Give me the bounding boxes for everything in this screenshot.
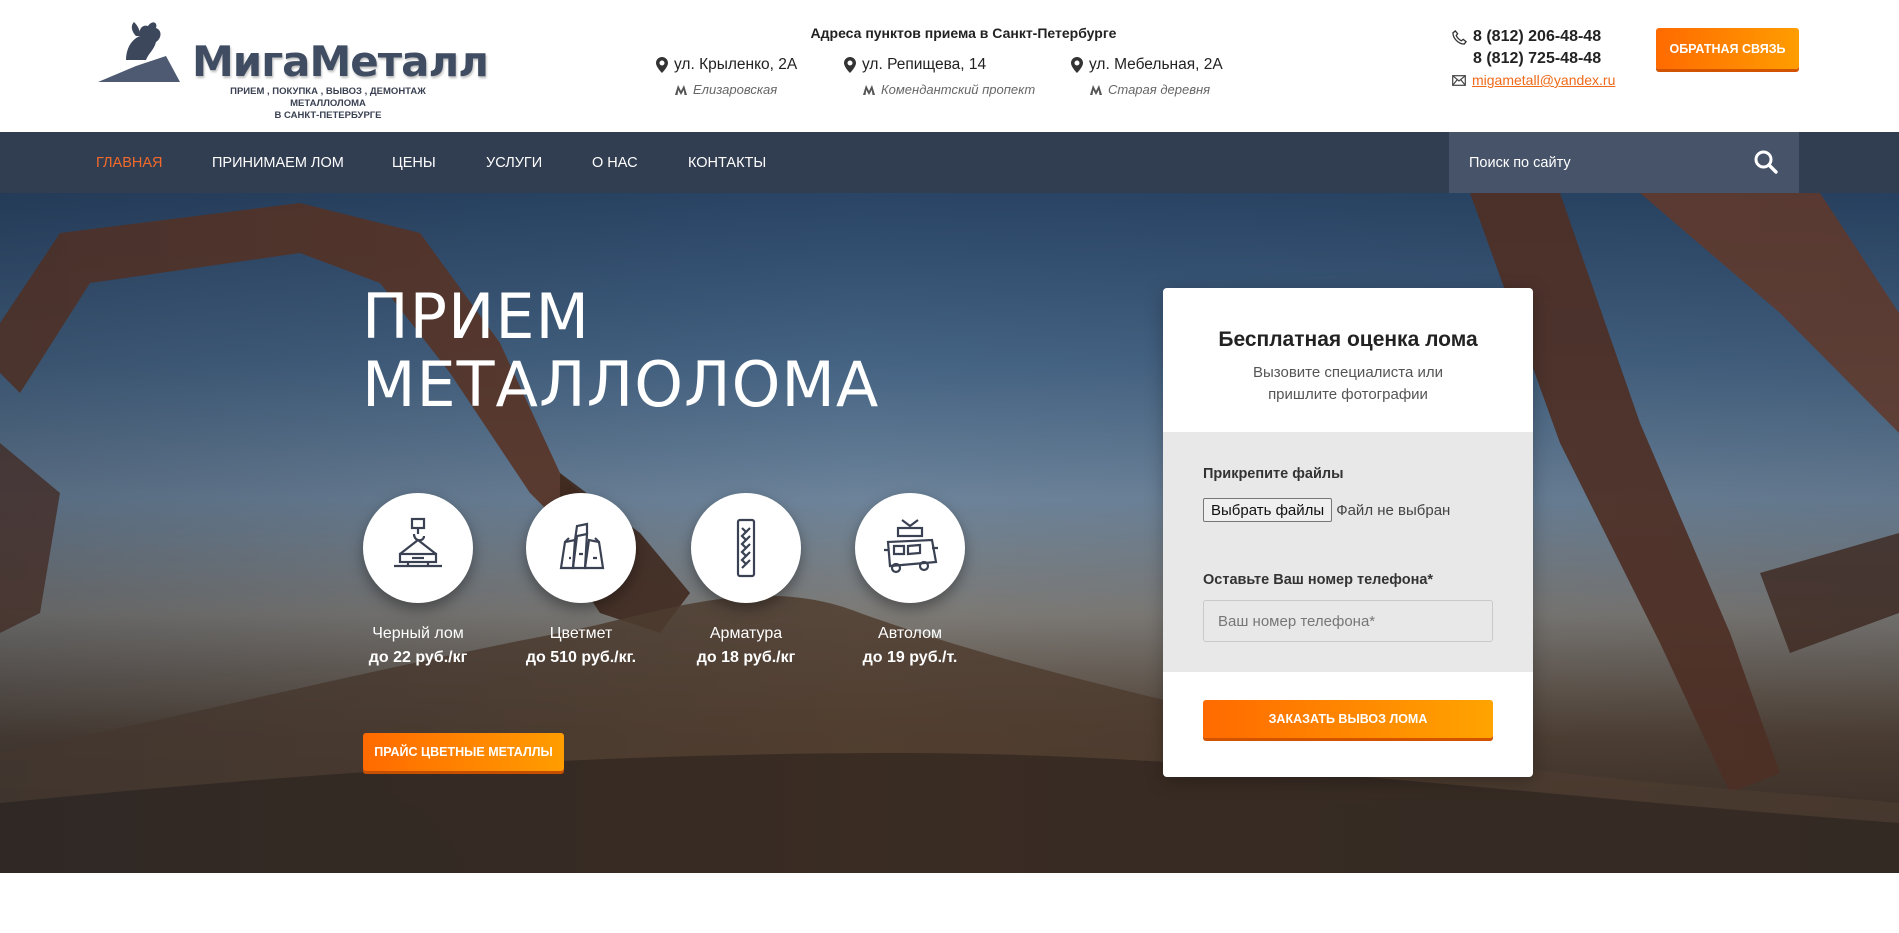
category-black-scrap[interactable]: Черный лом до 22 руб./кг: [348, 493, 488, 667]
category-name: Черный лом: [372, 625, 464, 642]
search-placeholder: Поиск по сайту: [1469, 154, 1571, 171]
category-price: до 510 руб./кг.: [525, 649, 637, 666]
nav-item-contacts[interactable]: КОНТАКТЫ: [688, 132, 766, 193]
choose-files-button[interactable]: Выбрать файлы: [1203, 498, 1333, 522]
metro-icon: [1090, 84, 1102, 95]
email-link[interactable]: migametall@yandex.ru: [1472, 72, 1615, 88]
hero-title: ПРИЕМ МЕТАЛЛОЛОМА: [362, 283, 879, 419]
category-name: Автолом: [878, 625, 942, 642]
category-icon-circle: [855, 493, 965, 603]
feedback-button[interactable]: ОБРАТНАЯ СВЯЗЬ: [1656, 28, 1799, 69]
address-street: ул. Мебельная, 2А: [1089, 56, 1223, 73]
order-pickup-button[interactable]: ЗАКАЗАТЬ ВЫВОЗ ЛОМА: [1203, 700, 1493, 738]
logo-text: МигаМеталл: [192, 37, 489, 86]
logo-tagline: ПРИЕМ , ПОКУПКА , ВЫВОЗ , ДЕМОНТАЖ МЕТАЛ…: [192, 86, 464, 122]
hero-title-line-1: ПРИЕМ: [362, 280, 591, 353]
tagline-line-1: ПРИЕМ , ПОКУПКА , ВЫВОЗ , ДЕМОНТАЖ МЕТАЛ…: [230, 86, 426, 109]
phone-placeholder: Ваш номер телефона*: [1218, 612, 1376, 630]
search-icon[interactable]: [1753, 149, 1779, 175]
file-input[interactable]: Выбрать файлы Файл не выбран: [1203, 498, 1493, 522]
nonferrous-price-button[interactable]: ПРАЙС ЦВЕТНЫЕ МЕТАЛЛЫ: [363, 733, 564, 771]
attach-files-label: Прикрепите файлы: [1203, 466, 1344, 482]
nav-item-prices[interactable]: ЦЕНЫ: [392, 132, 436, 193]
category-nonferrous[interactable]: Цветмет до 510 руб./кг.: [511, 493, 651, 667]
tagline-line-2: В САНКТ-ПЕТЕРБУРГЕ: [274, 110, 382, 121]
category-icon-circle: [526, 493, 636, 603]
site-header: МигаМеталл ПРИЕМ , ПОКУПКА , ВЫВОЗ , ДЕМ…: [0, 0, 1899, 132]
phone-number[interactable]: 8 (812) 206-48-48: [1473, 28, 1601, 46]
address-metro: Старая деревня: [1108, 82, 1211, 97]
category-rebar[interactable]: Арматура до 18 руб./кг: [676, 493, 816, 667]
bronze-horseman-icon: [98, 22, 180, 82]
contacts-block: 8 (812) 206-48-48 8 (812) 725-48-48 miga…: [1452, 26, 1615, 88]
location-pin-icon: [656, 57, 668, 73]
crane-hook-icon: [394, 517, 442, 568]
category-name: Арматура: [709, 625, 783, 642]
category-price: до 18 руб./кг: [696, 649, 796, 666]
address-street: ул. Репищева, 14: [862, 56, 987, 73]
main-nav: ГЛАВНАЯ ПРИНИМАЕМ ЛОМ ЦЕНЫ УСЛУГИ О НАС …: [0, 132, 1899, 193]
address-metro: Комендантский пропект: [881, 82, 1036, 97]
file-status: Файл не выбран: [1336, 501, 1451, 519]
form-subtitle-line-2: пришлите фотографии: [1268, 386, 1428, 403]
nav-item-accepted-scrap[interactable]: ПРИНИМАЕМ ЛОМ: [212, 132, 344, 193]
category-name: Цветмет: [549, 625, 613, 642]
phone-field[interactable]: Ваш номер телефона*: [1203, 600, 1493, 642]
address-item: ул. Мебельная, 2А Старая деревня: [1071, 56, 1223, 104]
phone-number[interactable]: 8 (812) 725-48-48: [1473, 50, 1601, 68]
form-fields: Прикрепите файлы Выбрать файлы Файл не в…: [1163, 432, 1533, 672]
hero-banner: ПРИЕМ МЕТАЛЛОЛОМА Черный лом до 22 руб./…: [0, 193, 1899, 873]
phone-icon: [1452, 29, 1467, 45]
metal-ingots-icon: [559, 522, 605, 570]
mail-icon: [1452, 74, 1466, 86]
metro-icon: [675, 84, 687, 95]
form-subtitle: Вызовите специалиста или пришлите фотогр…: [1163, 362, 1533, 406]
category-car-scrap[interactable]: Автолом до 19 руб./т.: [840, 493, 980, 667]
nav-item-services[interactable]: УСЛУГИ: [486, 132, 542, 193]
nav-item-home[interactable]: ГЛАВНАЯ: [96, 132, 163, 193]
location-pin-icon: [844, 57, 856, 73]
form-subtitle-line-1: Вызовите специалиста или: [1252, 364, 1444, 381]
rebar-icon: [736, 518, 756, 578]
phone-label: Оставьте Ваш номер телефона*: [1203, 572, 1434, 588]
category-icon-circle: [691, 493, 801, 603]
metro-icon: [863, 84, 875, 95]
address-metro: Елизаровская: [693, 82, 778, 97]
category-price: до 19 руб./т.: [862, 649, 958, 666]
search-input[interactable]: Поиск по сайту: [1449, 132, 1799, 193]
logo[interactable]: МигаМеталл ПРИЕМ , ПОКУПКА , ВЫВОЗ , ДЕМ…: [96, 16, 489, 121]
nav-item-about[interactable]: О НАС: [592, 132, 638, 193]
category-icon-circle: [363, 493, 473, 603]
form-title: Бесплатная оценка лома: [1218, 328, 1478, 351]
address-item: ул. Крыленко, 2А Елизаровская: [656, 56, 797, 104]
free-evaluation-form: Бесплатная оценка лома Вызовите специали…: [1163, 288, 1533, 777]
car-scrap-icon: [884, 519, 938, 574]
category-price: до 22 руб./кг: [368, 649, 468, 666]
address-street: ул. Крыленко, 2А: [674, 56, 798, 73]
addresses-title: Адреса пунктов приема в Санкт-Петербурге: [810, 25, 1117, 41]
location-pin-icon: [1071, 57, 1083, 73]
hero-title-line-2: МЕТАЛЛОЛОМА: [362, 348, 880, 421]
address-item: ул. Репищева, 14 Комендантский пропект: [844, 56, 1035, 104]
